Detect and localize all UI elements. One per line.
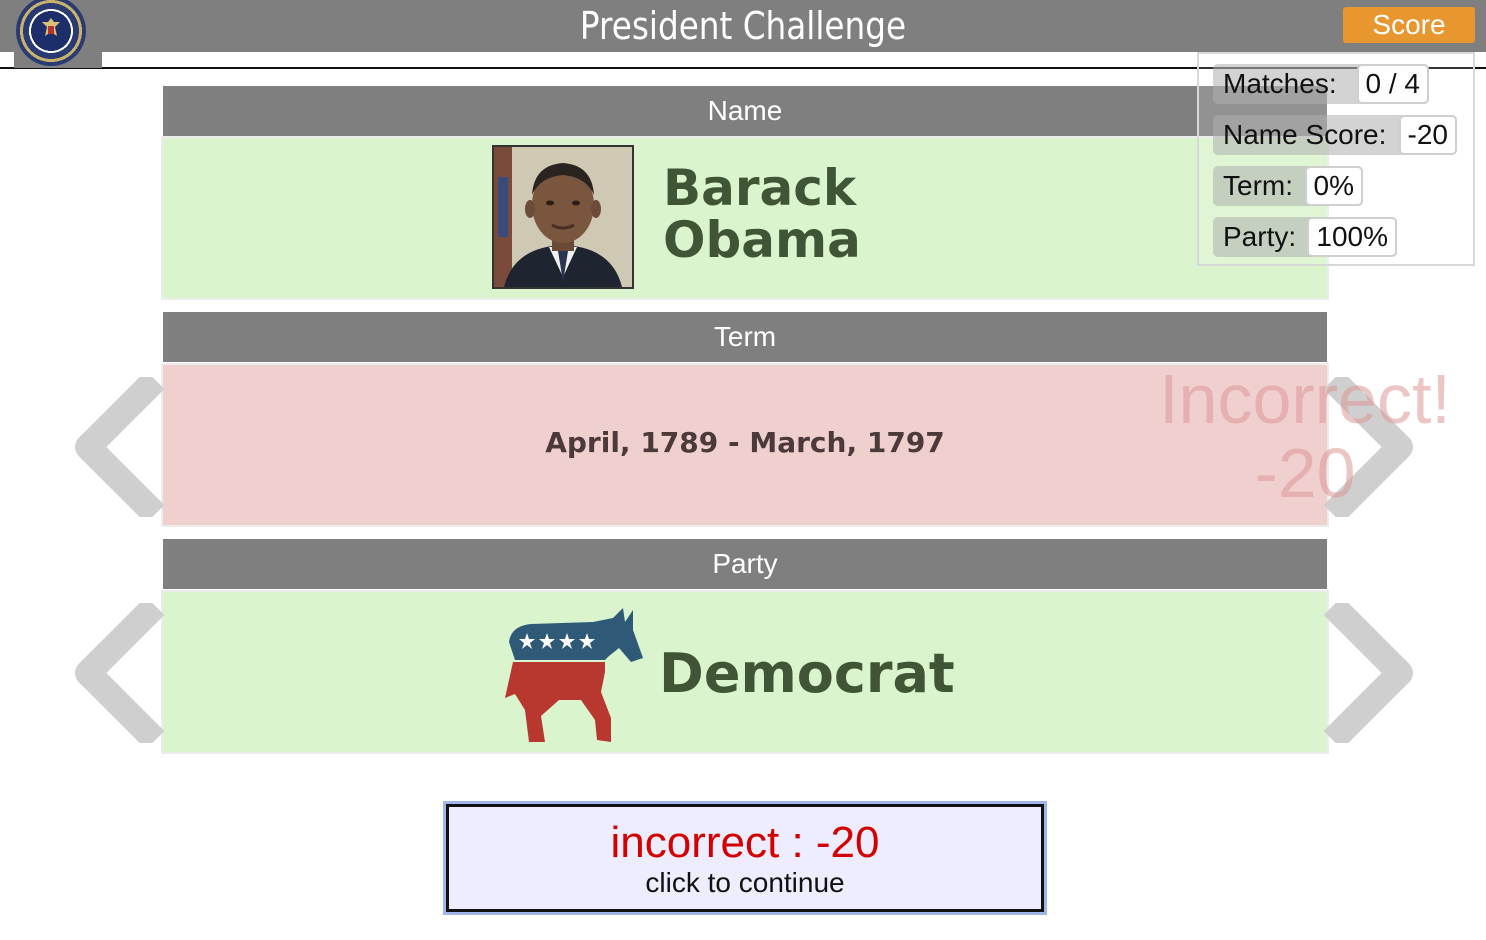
party-label: Party: — [1223, 221, 1297, 252]
continue-result-text: incorrect : -20 — [610, 818, 880, 867]
term-score-value: 0% — [1304, 166, 1363, 206]
name-score-stat: Name Score: -20 — [1213, 115, 1457, 155]
name-section-header: Name — [163, 86, 1327, 136]
continue-button[interactable]: incorrect : -20 click to continue — [446, 804, 1044, 912]
party-stat: Party: 100% — [1213, 217, 1397, 257]
app-title: President Challenge — [579, 4, 907, 48]
feedback-points: -20 — [1254, 434, 1356, 512]
score-button[interactable]: Score — [1343, 7, 1475, 43]
president-name: Barack Obama — [663, 159, 861, 269]
name-score-value: -20 — [1398, 115, 1457, 155]
feedback-result: Incorrect! — [1159, 360, 1451, 438]
name-card: Barack Obama — [161, 136, 1329, 300]
party-section-header: Party — [163, 539, 1327, 589]
name-score-label: Name Score: — [1223, 119, 1387, 150]
term-label: Term: — [1223, 170, 1293, 201]
continue-hint-text: click to continue — [645, 867, 845, 898]
feedback-overlay: Incorrect! -20 — [1140, 362, 1470, 510]
presidential-seal-icon — [14, 0, 102, 68]
matches-label: Matches: — [1223, 68, 1337, 99]
term-stat: Term: 0% — [1213, 166, 1363, 206]
score-panel: Matches: 0 / 4 Name Score: -20 Term: 0% … — [1197, 52, 1475, 266]
party-prev-chevron-left-icon[interactable] — [68, 603, 168, 743]
party-score-value: 100% — [1307, 217, 1397, 257]
term-prev-chevron-left-icon[interactable] — [68, 377, 168, 517]
party-card: Democrat — [161, 590, 1329, 754]
term-section-header: Term — [163, 312, 1327, 362]
matches-stat: Matches: 0 / 4 — [1213, 64, 1429, 104]
party-next-chevron-right-icon[interactable] — [1320, 603, 1420, 743]
party-value: Democrat — [659, 642, 955, 705]
matches-value: 0 / 4 — [1356, 64, 1429, 104]
democratic-donkey-icon — [505, 608, 643, 742]
president-portrait-image — [492, 145, 634, 289]
